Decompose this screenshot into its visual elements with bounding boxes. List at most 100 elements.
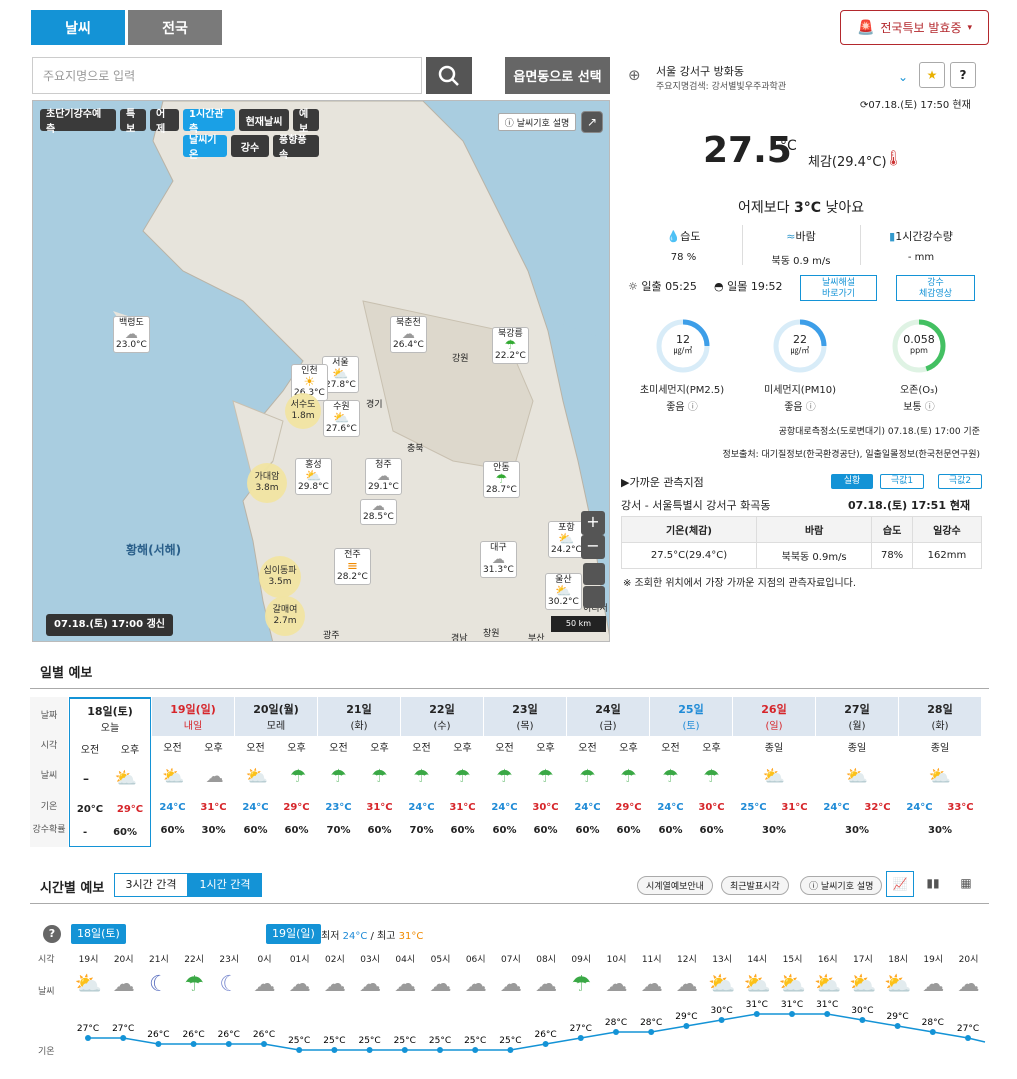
max-temp: 29°C [615,802,642,813]
umbrella-icon: ☂ [579,765,596,787]
row-label: 날씨 [40,771,58,781]
map-btn-current[interactable]: 현재날씨 [239,109,289,131]
graph-view-icon[interactable]: 📈 [886,871,914,897]
buoy-galmaeyeo[interactable]: 갈매여 2.7m [265,596,305,636]
tab-nation[interactable]: 전국 [128,10,222,45]
help-icon[interactable]: ? [950,62,976,88]
search-button[interactable] [426,57,472,94]
temp-label: 26°C [147,1030,169,1040]
sun-rain-icon: ⛅ [114,767,138,789]
suncloud-icon: ⛅ [778,972,807,997]
favorite-star-icon[interactable]: ★ [919,62,945,88]
suncloud-icon: ⛅ [884,972,912,997]
search-input[interactable]: 주요지명으로 입력 [32,57,422,94]
station-baengnyeong[interactable]: 백령도 ☁ 23.0°C [113,316,150,353]
obs-chip-current[interactable]: 실황 [831,474,873,489]
map-help-button[interactable]: ⓘ 날씨기호 설명 [498,113,576,131]
obs-cell: 27.5°C(29.4°C) [620,542,758,569]
recent-release-button[interactable]: 최근발표시각 [721,876,789,895]
station-ulsan[interactable]: 울산 ⛅ 30.2°C [545,573,582,610]
chevron-down-icon[interactable]: ⌄ [898,70,908,84]
station-daegu[interactable]: 대구 ☁ 31.3°C [480,541,517,578]
table-view-icon[interactable]: ▦ [953,871,979,897]
map-btn-forecast[interactable]: 예보 [293,109,319,135]
buoy-gadaeam[interactable]: 가대암 3.8m [247,463,287,503]
map-btn-1h-obs[interactable]: 1시간관측 [183,109,235,135]
symbol-help-button[interactable]: ⓘ 날씨기호 설명 [800,876,883,895]
map-btn-yesterday[interactable]: 어제 [150,109,179,135]
ampm-label: 오후 [120,744,140,756]
map-btn-rain[interactable]: 강수 [231,135,269,157]
tab-weather[interactable]: 날씨 [31,10,125,45]
map-legend-icon[interactable] [583,586,605,608]
current-time[interactable]: ⟳07.18.(토) 17:50 현재 [860,96,971,111]
daily-column: 27일 (월) 종일 ⛅ 24°C 32°C 30% [816,697,898,847]
map-layer-icon[interactable] [583,563,605,585]
zoom-out-button[interactable]: − [581,535,605,559]
rain-label: 1시간강수량 [895,230,953,243]
max-temp: 29°C [116,804,144,815]
current-time-label: 07.18.(토) 17:50 현재 [868,100,971,111]
cloud-icon: ☁ [464,972,487,997]
map-btn-warning[interactable]: 특보 [120,109,146,135]
obs-chip-extreme2[interactable]: 극값2 [938,474,982,489]
tab-1hour[interactable]: 1시간 간격 [188,873,262,897]
min-temp: 24°C [408,802,435,813]
bar-chart-icon[interactable]: ▮▮ [920,871,946,897]
region-label: 강원 [452,354,469,364]
map-btn-wind[interactable]: 풍향풍속 [273,135,319,161]
station-hongseong[interactable]: 홍성 ⛅ 29.8°C [295,458,332,495]
location-target-icon[interactable]: ⊕ [628,66,641,84]
rain-video-button[interactable]: 강수 체감영상 [896,275,975,301]
commentary-button[interactable]: 날씨해설 바로가기 [800,275,877,301]
temp-point [824,1011,831,1017]
hour-label: 20시 [958,955,979,965]
temp-point [648,1029,655,1035]
external-link-icon[interactable]: ↗ [581,111,603,133]
station-pohang[interactable]: 포항 ⛅ 24.2°C [548,521,585,558]
ampm-label: 종일 [847,742,867,754]
min-prefix: 최저 [321,931,343,942]
pm25-grade: 좋음 ⓘ [632,398,732,413]
map-btn-weather-temp[interactable]: 날씨기온 [183,135,227,161]
pm10-label: 미세먼지(PM10) [764,385,836,396]
nationwide-alert-button[interactable]: 🚨 전국특보 발효중 ▾ [840,10,989,45]
station-daejeon[interactable]: ☁28.5°C대전 [360,499,397,525]
cloud-icon: ☁ [605,972,628,997]
temp-point [929,1029,936,1035]
temp-point [718,1017,725,1023]
cloud-icon: ☁ [675,972,698,997]
umbrella-icon: ☂ [371,765,388,787]
buoy-sibidongpa[interactable]: 십이동파 3.5m [259,556,301,598]
obs-chip-extreme1[interactable]: 극값1 [880,474,924,489]
station-suwon[interactable]: 수원 ⛅ 27.6°C [323,400,360,437]
ampm-row: 종일 [816,736,898,756]
station-jeonju[interactable]: 전주 ≡ 28.2°C [334,548,371,585]
weather-map[interactable]: 1시간관측 초단기강수예측 특보 어제 현재날씨 예보 날씨기온 강수 풍향풍속… [32,100,610,642]
help-icon[interactable]: ⓘ [685,402,698,413]
help-icon: ⓘ [504,118,514,129]
date-sub: (토) [682,721,700,732]
temp-point [789,1011,795,1017]
temp-label: 27°C [570,1024,592,1034]
pop-value: 60% [284,825,309,836]
date-sub: (금) [599,721,617,732]
zoom-in-button[interactable]: + [581,511,605,535]
buoy-seosudo[interactable]: 서수도 1.8m [285,393,321,429]
tab-3hour[interactable]: 3시간 간격 [114,873,188,897]
map-btn-nowcast[interactable]: 초단기강수예측 [40,109,116,135]
max-temp: 33°C [947,802,974,813]
station-bukgangneung[interactable]: 북강릉 ☂ 22.2°C [492,327,529,364]
help-icon[interactable]: ⓘ [803,402,816,413]
station-cheongju[interactable]: 청주 ☁ 29.1°C [365,458,402,495]
weather-row: ☂ ☂ [401,756,483,796]
station-bukchuncheon[interactable]: 북춘천 ☁ 26.4°C [390,316,427,353]
temp-point [437,1047,443,1053]
station-andong[interactable]: 안동 ☂ 28.7°C [483,461,520,498]
help-icon[interactable]: ? [43,925,61,943]
help-icon[interactable]: ⓘ [922,402,935,413]
buoy-value: 3.5m [268,577,292,587]
region-select-button[interactable]: 읍면동으로 선택 [505,57,610,94]
timeseries-guide-button[interactable]: 시계열예보안내 [637,876,713,895]
weather-row: ☂ ☂ [484,756,566,796]
